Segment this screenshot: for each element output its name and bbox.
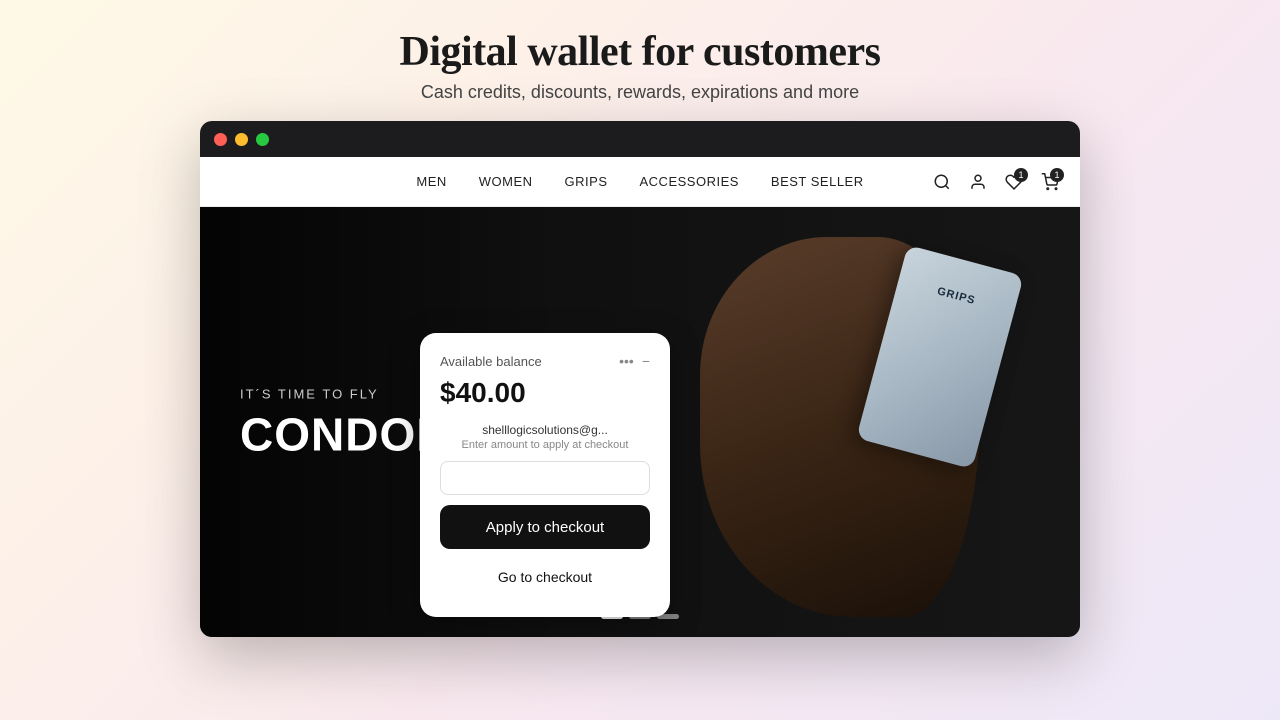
- nav-women[interactable]: WOMEN: [479, 174, 533, 189]
- nav-accessories[interactable]: ACCESSORIES: [640, 174, 739, 189]
- traffic-light-yellow[interactable]: [235, 133, 248, 146]
- hero-area: GRIPS IT´S TIME TO FLY CONDOR GRIPS Avai…: [200, 207, 1080, 637]
- product-label: GRIPS: [906, 276, 1007, 317]
- search-icon[interactable]: [932, 172, 952, 192]
- nav-best-seller[interactable]: BEST SELLER: [771, 174, 864, 189]
- wallet-header-icons: ••• −: [619, 353, 650, 369]
- cart-badge: 1: [1050, 168, 1064, 182]
- apply-to-checkout-button[interactable]: Apply to checkout: [440, 505, 650, 549]
- traffic-light-red[interactable]: [214, 133, 227, 146]
- wallet-more-icon[interactable]: •••: [619, 353, 634, 369]
- wallet-header: Available balance ••• −: [440, 353, 650, 369]
- browser-window: MEN WOMEN GRIPS ACCESSORIES BEST SELLER: [200, 121, 1080, 637]
- page-subtitle: Cash credits, discounts, rewards, expira…: [400, 82, 881, 103]
- wallet-email: shelllogicsolutions@g...: [440, 423, 650, 437]
- nav-grips[interactable]: GRIPS: [565, 174, 608, 189]
- traffic-light-green[interactable]: [256, 133, 269, 146]
- browser-titlebar: [200, 121, 1080, 157]
- nav-icons: 1 1: [932, 172, 1060, 192]
- wallet-amount-input[interactable]: [440, 461, 650, 495]
- store-nav: MEN WOMEN GRIPS ACCESSORIES BEST SELLER: [200, 157, 1080, 207]
- page-header: Digital wallet for customers Cash credit…: [400, 0, 881, 121]
- nav-men[interactable]: MEN: [416, 174, 446, 189]
- wishlist-badge: 1: [1014, 168, 1028, 182]
- go-to-checkout-button[interactable]: Go to checkout: [440, 557, 650, 597]
- wishlist-icon[interactable]: 1: [1004, 172, 1024, 192]
- cart-icon[interactable]: 1: [1040, 172, 1060, 192]
- wallet-modal: Available balance ••• − $40.00 shelllogi…: [420, 333, 670, 617]
- nav-links: MEN WOMEN GRIPS ACCESSORIES BEST SELLER: [416, 174, 863, 189]
- wallet-balance: $40.00: [440, 377, 650, 409]
- user-icon[interactable]: [968, 172, 988, 192]
- wallet-close-icon[interactable]: −: [642, 353, 650, 369]
- wallet-hint: Enter amount to apply at checkout: [440, 439, 650, 451]
- page-title: Digital wallet for customers: [400, 28, 881, 76]
- wallet-label: Available balance: [440, 354, 542, 369]
